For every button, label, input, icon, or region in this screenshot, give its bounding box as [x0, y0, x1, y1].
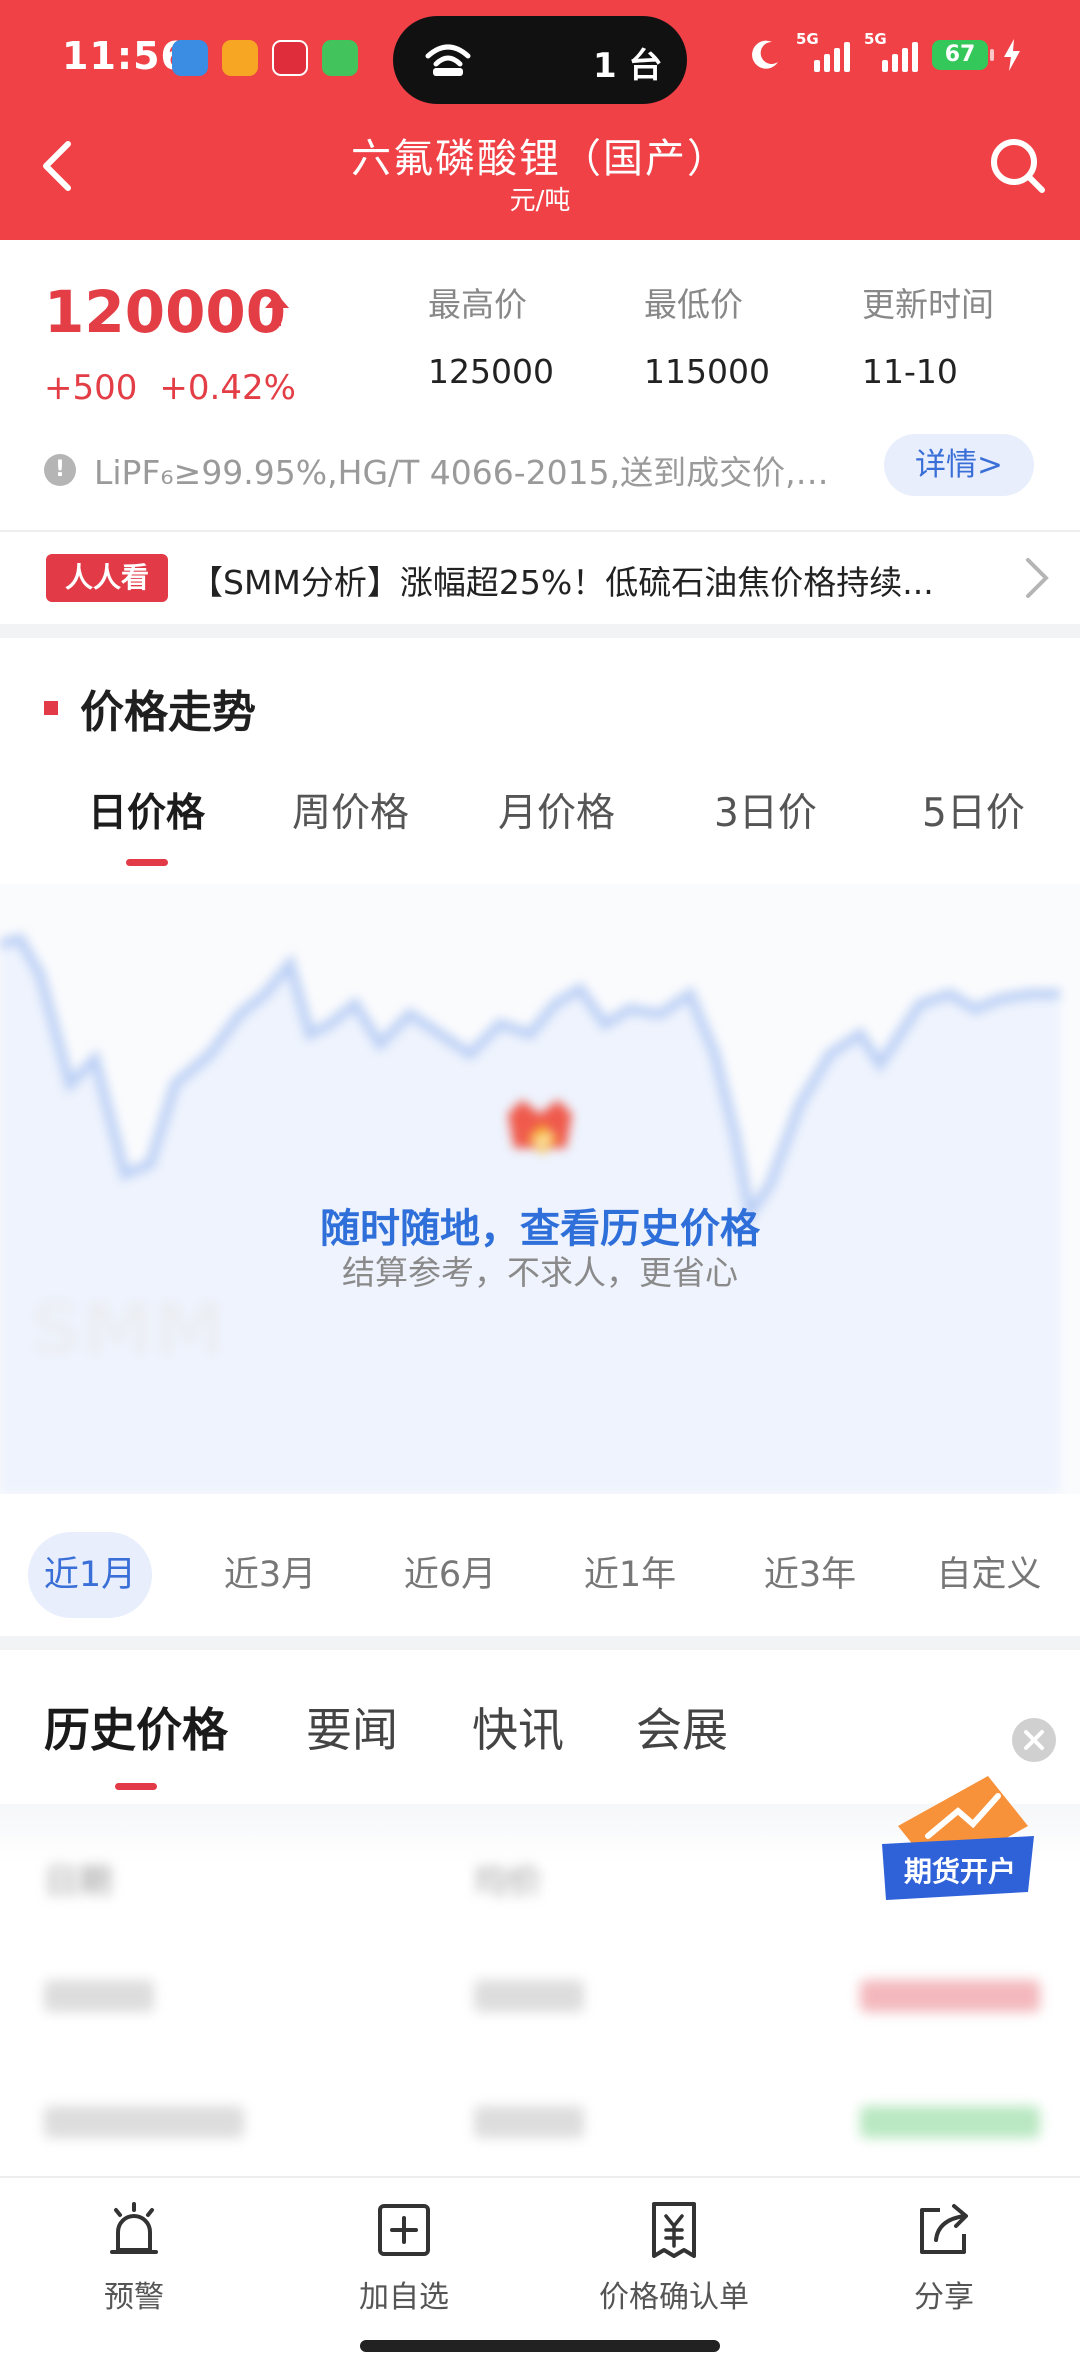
top-bar: 11:56 1 台 5G 5G 67 六氟磷酸锂（国产） 元/吨	[0, 0, 1080, 240]
tab-flash[interactable]: 快讯	[472, 1694, 564, 1760]
tab-weekly-price[interactable]: 周价格	[292, 782, 409, 838]
deal-app-icon	[222, 40, 258, 76]
range-3m[interactable]: 近3月	[208, 1532, 332, 1618]
add-watchlist-button[interactable]: 加自选	[294, 2200, 514, 2316]
range-tabs: 近1月 近3月 近6月 近1年 近3年 自定义	[0, 1494, 1080, 1636]
hotspot-device-count: 1 台	[593, 46, 663, 86]
price-confirmation-button[interactable]: 价格确认单	[564, 2200, 784, 2316]
price-chart-locked[interactable]: SMM 随时随地，查看历史价格 结算参考，不求人，更省心	[0, 884, 1080, 1494]
status-app-icons	[172, 40, 358, 76]
dynamic-island: 1 台	[393, 16, 687, 104]
spec-line: ! LiPF₆≥99.95%,HG/T 4066-2015,送到成交价,含...	[44, 446, 844, 494]
up-arrow-icon	[265, 294, 289, 326]
price-change-pct: +0.42%	[159, 368, 296, 408]
page-unit: 元/吨	[509, 186, 571, 216]
range-1m[interactable]: 近1月	[28, 1532, 152, 1618]
range-1y[interactable]: 近1年	[568, 1532, 692, 1618]
section-title-trend: 价格走势	[44, 676, 256, 740]
price-summary: 120000 +500 +0.42% 最高价 125000 最低价 115000…	[0, 240, 1080, 530]
price-change: +500 +0.42%	[44, 368, 296, 408]
stat-low: 最低价 115000	[644, 285, 770, 391]
table-row[interactable]	[0, 1958, 1080, 2048]
signal-icon: 5G	[796, 30, 850, 72]
share-button[interactable]: 分享	[834, 2200, 1054, 2316]
ticker-badge: 人人看	[46, 554, 168, 602]
stat-updated: 更新时间 11-10	[862, 285, 994, 391]
promo-label: 期货开户	[903, 1855, 1016, 1888]
svg-text:SMM: SMM	[30, 1287, 225, 1371]
ticker-headline[interactable]: 【SMM分析】涨幅超25%！低硫石油焦价格持续...	[190, 556, 980, 604]
nav-bar: 六氟磷酸锂（国产） 元/吨	[0, 120, 1080, 240]
range-3y[interactable]: 近3年	[748, 1532, 872, 1618]
tab-history-price[interactable]: 历史价格	[44, 1694, 228, 1760]
shopping-app-icon	[272, 40, 308, 76]
search-icon[interactable]	[984, 132, 1052, 200]
moon-icon	[752, 40, 778, 69]
add-watchlist-icon	[378, 2204, 430, 2256]
price-confirmation-icon	[652, 2202, 696, 2258]
hotspot-icon	[425, 44, 471, 76]
details-button[interactable]: 详情>	[884, 434, 1034, 496]
charging-icon	[1004, 39, 1020, 71]
futures-account-promo[interactable]: 期货开户	[878, 1766, 1038, 1912]
home-indicator[interactable]	[360, 2340, 720, 2352]
tab-daily-price[interactable]: 日价格	[88, 782, 205, 838]
period-tabs: 日价格 周价格 月价格 3日价 5日价	[0, 770, 1080, 870]
stat-high: 最高价 125000	[428, 285, 554, 391]
alert-button[interactable]: 预警	[24, 2200, 244, 2316]
status-right: 5G 5G 67	[748, 30, 1022, 72]
tab-3day-price[interactable]: 3日价	[714, 782, 817, 838]
current-price: 120000	[44, 278, 287, 346]
share-icon	[920, 2204, 968, 2254]
news-ticker[interactable]: 人人看 【SMM分析】涨幅超25%！低硫石油焦价格持续...	[0, 532, 1080, 624]
spec-text: LiPF₆≥99.95%,HG/T 4066-2015,送到成交价,含...	[94, 453, 844, 492]
status-bar: 11:56 1 台 5G 5G 67	[0, 0, 1080, 120]
status-time: 11:56	[62, 34, 188, 78]
vip-crown-icon	[508, 1100, 572, 1154]
tab-5day-price[interactable]: 5日价	[922, 782, 1025, 838]
weather-app-icon	[172, 40, 208, 76]
signal-icon-2: 5G	[864, 30, 918, 72]
range-6m[interactable]: 近6月	[388, 1532, 512, 1618]
price-change-abs: +500	[44, 368, 138, 408]
tab-exhibition[interactable]: 会展	[636, 1694, 728, 1760]
range-custom[interactable]: 自定义	[924, 1532, 1054, 1618]
info-icon: !	[44, 454, 76, 486]
page-title: 六氟磷酸锂（国产）	[351, 136, 729, 182]
tab-news[interactable]: 要闻	[306, 1694, 398, 1760]
section-mark	[44, 701, 58, 715]
chart-overlay-subtitle: 结算参考，不求人，更省心	[342, 1253, 738, 1292]
close-promo-icon[interactable]	[1012, 1718, 1056, 1762]
chevron-right-icon	[1026, 558, 1049, 598]
battery-icon: 67	[932, 40, 994, 70]
message-app-icon	[322, 40, 358, 76]
tab-monthly-price[interactable]: 月价格	[498, 782, 615, 838]
alarm-icon	[110, 2202, 158, 2254]
section-gap-2	[0, 1636, 1080, 1650]
table-row[interactable]	[0, 2084, 1080, 2174]
blurred-chart: SMM	[0, 933, 1060, 1494]
promo-badge-icon	[882, 1776, 1034, 1900]
section-gap	[0, 624, 1080, 638]
